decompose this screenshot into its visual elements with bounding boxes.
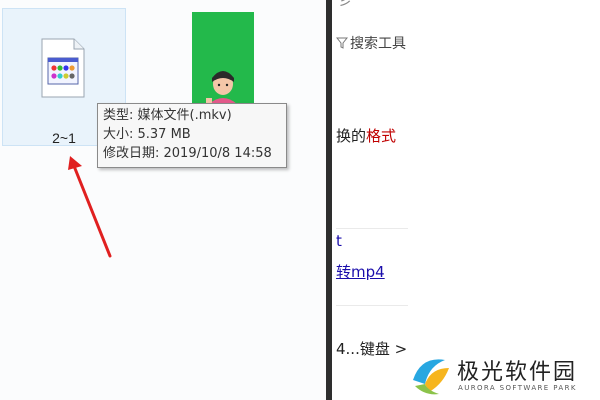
result-separator: [336, 305, 408, 306]
tooltip-type: 类型: 媒体文件(.mkv): [103, 108, 232, 123]
result-snippet-3[interactable]: 4...键盘 >: [336, 338, 407, 359]
result-1-highlight: 格式: [366, 127, 397, 145]
media-file-icon: [41, 38, 85, 98]
watermark-logo: 极光软件园 AURORA SOFTWARE PARK: [405, 350, 600, 400]
aurora-logo-icon: [408, 353, 452, 397]
tooltip-size: 大小: 5.37 MB: [103, 127, 191, 142]
file-info-tooltip: 类型: 媒体文件(.mkv) 大小: 5.37 MB 修改日期: 2019/10…: [97, 103, 287, 168]
search-tools-label: 搜索工具: [350, 36, 406, 52]
watermark-name: 极光软件园: [457, 360, 578, 385]
result-snippet-1: 换的格式: [336, 125, 396, 146]
search-results-pane: 彡 搜索工具 换的格式 t 转mp4 4...键盘 >: [332, 0, 600, 400]
watermark-subtitle: AURORA SOFTWARE PARK: [458, 384, 577, 392]
result-2-fragment: t: [336, 232, 342, 250]
result-1-text: 换的: [336, 127, 367, 145]
video-thumbnail-icon: [192, 12, 254, 104]
filter-icon: [336, 37, 348, 49]
explorer-pane: 2~1 类型: 媒体文件(.mkv) 大小: 5.37 MB 修改日期: 201…: [0, 0, 326, 400]
result-link-2[interactable]: 转mp4: [336, 261, 385, 282]
search-tools-button[interactable]: 搜索工具: [336, 33, 406, 53]
top-text-fragment: 彡: [338, 0, 352, 9]
tooltip-modified: 修改日期: 2019/10/8 14:58: [103, 146, 272, 161]
video-file-item[interactable]: [192, 12, 254, 104]
result-separator: [336, 228, 408, 229]
